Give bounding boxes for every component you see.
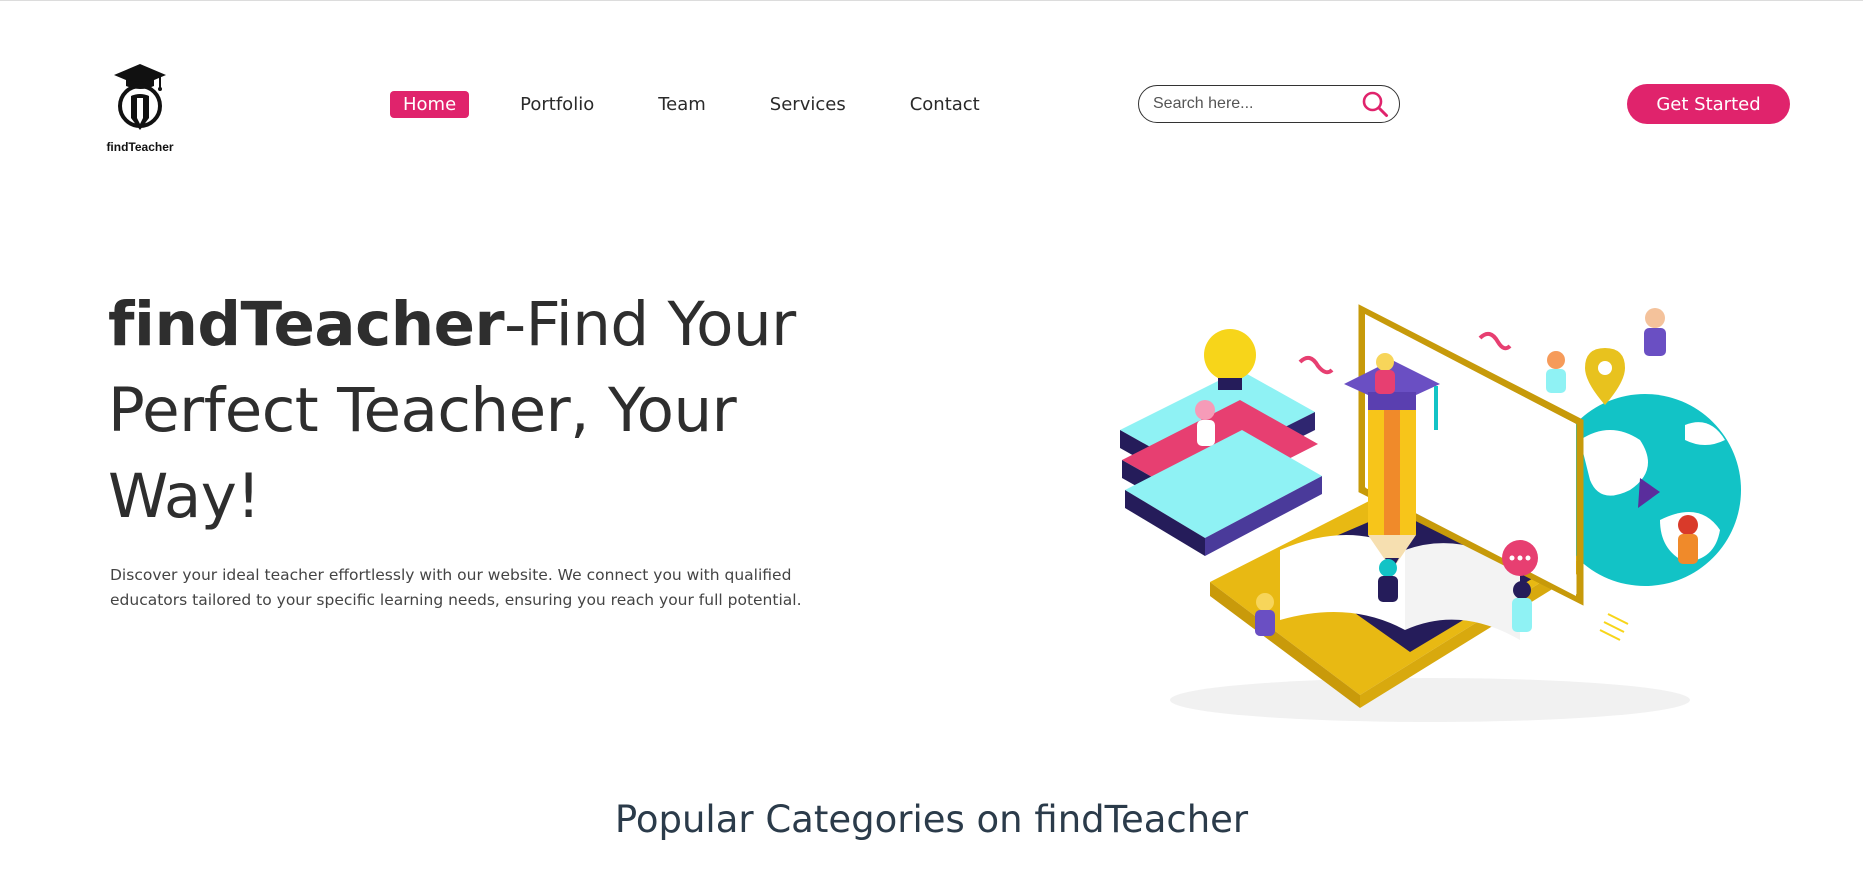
search-icon[interactable] <box>1361 90 1389 118</box>
nav-services[interactable]: Services <box>757 91 859 118</box>
education-illustration-icon <box>1120 304 1741 722</box>
site-logo[interactable]: findTeacher <box>100 62 180 158</box>
categories-title: Popular Categories on findTeacher <box>614 798 1249 841</box>
top-border <box>0 0 1863 1</box>
hero-title-brand: findTeacher <box>108 289 505 360</box>
logo-text: findTeacher <box>106 140 174 154</box>
main-nav: Home Portfolio Team Services Contact <box>390 90 1031 118</box>
hero-description: Discover your ideal teacher effortlessly… <box>110 566 802 609</box>
nav-portfolio[interactable]: Portfolio <box>507 91 607 118</box>
hero-title: findTeacher-Find Your Perfect Teacher, Y… <box>108 282 828 540</box>
nav-contact[interactable]: Contact <box>897 91 993 118</box>
nav-home[interactable]: Home <box>390 90 470 118</box>
nav-team[interactable]: Team <box>645 91 719 118</box>
get-started-button[interactable]: Get Started <box>1627 84 1790 124</box>
graduation-pencil-logo-icon <box>114 64 166 130</box>
search-box <box>1138 85 1400 123</box>
search-input[interactable] <box>1153 95 1353 113</box>
